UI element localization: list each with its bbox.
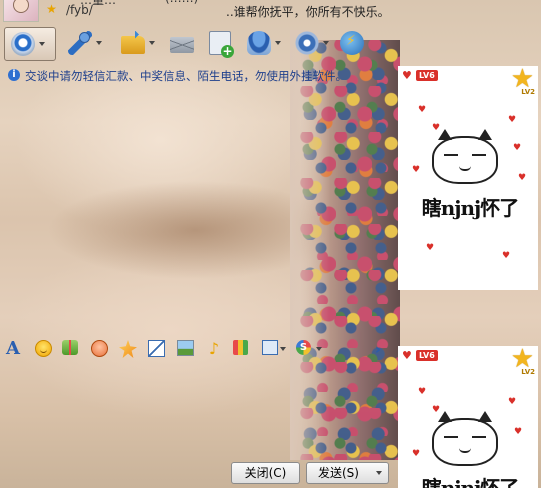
app-icon xyxy=(340,31,364,55)
contact-signature: ..谁帮你抚平，你所有不快乐。 xyxy=(226,5,390,19)
chevron-down-icon[interactable] xyxy=(275,41,281,45)
background-photo-shade xyxy=(290,30,330,460)
sticker-caption: 瞎njnj怀了 xyxy=(421,196,520,220)
mail-button[interactable] xyxy=(170,28,206,58)
heart-icon: ♥ xyxy=(502,251,511,261)
user-badge-icon xyxy=(247,31,271,55)
chevron-down-icon[interactable] xyxy=(323,41,329,45)
notice-text: 交谈中请勿轻信汇款、中奖信息、陌生电话，勿使用外挂软件。 xyxy=(25,69,347,83)
app-button[interactable] xyxy=(340,28,376,58)
music-icon[interactable]: ♪ xyxy=(205,340,223,358)
shake-icon[interactable] xyxy=(119,340,137,358)
emoji-icon[interactable] xyxy=(35,340,52,357)
gift-icon[interactable] xyxy=(62,340,78,355)
heart-icon: ♥ xyxy=(514,427,523,437)
heart-icon: ♥ xyxy=(402,349,412,362)
video-call-button[interactable] xyxy=(4,27,56,61)
envelope-icon xyxy=(170,37,194,53)
image-icon[interactable] xyxy=(177,340,194,356)
heart-icon: ♥ xyxy=(508,397,517,407)
cat-sticker xyxy=(432,411,498,466)
chevron-right-icon[interactable]: › xyxy=(375,342,381,358)
main-toolbar xyxy=(0,26,400,62)
heart-icon: ♥ xyxy=(418,105,427,115)
vip-star-icon[interactable]: ★ xyxy=(45,3,58,16)
game-icon[interactable] xyxy=(233,340,248,355)
level-badge: LV6 xyxy=(416,70,438,81)
chevron-down-icon[interactable] xyxy=(96,41,102,45)
folder-icon xyxy=(121,35,145,54)
add-contact-button[interactable] xyxy=(209,28,245,58)
settings-button[interactable] xyxy=(295,28,331,58)
remote-button[interactable] xyxy=(247,28,283,58)
show-panel-bottom[interactable]: ♥ LV6 ★ LV2 ♥ ♥ ♥ ♥ ♥ 瞎njnj怀了 xyxy=(398,346,538,488)
heart-icon: ♥ xyxy=(426,243,435,253)
heart-icon: ♥ xyxy=(412,449,421,459)
level-badge: LV6 xyxy=(416,350,438,361)
webcam-icon xyxy=(11,32,35,56)
info-icon: i xyxy=(8,69,20,81)
cat-sticker xyxy=(432,129,498,184)
avatar-face xyxy=(13,0,29,13)
chevron-down-icon[interactable] xyxy=(280,347,286,351)
heart-icon: ♥ xyxy=(412,165,421,175)
heart-icon: ♥ xyxy=(508,115,517,125)
screenshot-icon[interactable] xyxy=(262,340,278,355)
send-file-button[interactable] xyxy=(121,28,157,58)
send-options-dropdown[interactable] xyxy=(370,462,389,484)
magic-face-icon[interactable] xyxy=(91,340,108,357)
contact-account: (……) xyxy=(165,0,198,5)
heart-icon: ♥ xyxy=(518,173,527,183)
chevron-down-icon[interactable] xyxy=(316,347,322,351)
doodle-icon[interactable] xyxy=(148,340,165,357)
security-notice: i 交谈中请勿轻信汇款、中奖信息、陌生电话，勿使用外挂软件。 xyxy=(8,68,398,84)
voice-call-button[interactable] xyxy=(68,28,104,58)
close-button[interactable]: 关闭(C) xyxy=(231,462,300,484)
send-button[interactable]: 发送(S) xyxy=(306,462,371,484)
heart-icon: ♥ xyxy=(513,143,522,153)
chat-window: …量… (……) ★ /fyb/ ..谁帮你抚平，你所有不快乐。 i 交谈中请勿… xyxy=(0,0,541,488)
avatar[interactable] xyxy=(3,0,39,22)
search-icon[interactable] xyxy=(296,340,311,355)
gear-icon xyxy=(295,31,319,55)
add-document-icon xyxy=(209,31,234,58)
format-toolbar: A ♪ xyxy=(6,338,326,360)
chevron-down-icon[interactable] xyxy=(149,41,155,45)
contact-path: /fyb/ xyxy=(66,3,93,17)
star-level: LV2 xyxy=(521,88,535,96)
chat-header: …量… (……) ★ /fyb/ ..谁帮你抚平，你所有不快乐。 xyxy=(0,0,400,22)
chevron-down-icon[interactable] xyxy=(39,42,45,46)
star-level: LV2 xyxy=(521,368,535,376)
show-panel-top[interactable]: ♥ LV6 ★ LV2 ♥ ♥ ♥ ♥ ♥ ♥ ♥ ♥ 瞎njnj怀了 xyxy=(398,66,538,290)
heart-icon: ♥ xyxy=(418,387,427,397)
font-icon[interactable]: A xyxy=(6,338,24,359)
microphone-icon xyxy=(68,31,92,55)
sticker-caption: 瞎njnj怀了 xyxy=(421,476,520,488)
heart-icon: ♥ xyxy=(402,69,412,82)
